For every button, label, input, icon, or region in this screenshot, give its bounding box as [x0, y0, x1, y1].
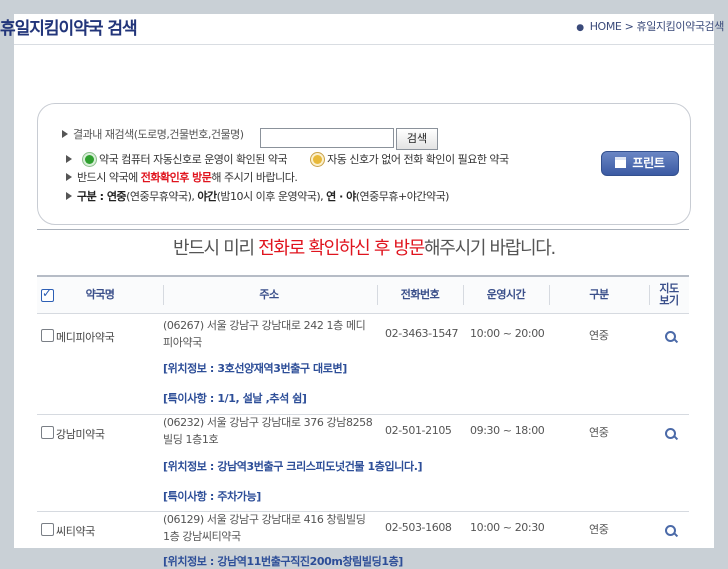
column-header-phone: 전화번호 [400, 288, 440, 301]
notice-highlight: 전화로 확인하신 후 방문 [258, 238, 425, 259]
category-desc: (밤10시 이후 운영약국), [216, 190, 327, 203]
pharmacy-phone: 02-503-1608 [385, 521, 452, 534]
location-info: [위치정보 : 강남역3번출구 크리스피도넛건물 1층입니다.] [163, 460, 423, 473]
triangle-bullet-icon [66, 173, 72, 181]
print-button[interactable]: 프린트 [601, 151, 679, 176]
search-row: 결과내 재검색(도로명,건물번호,건물명) [62, 126, 244, 142]
row-checkbox[interactable] [41, 426, 54, 439]
section-divider [37, 229, 689, 230]
select-all-checkbox[interactable] [41, 286, 54, 302]
breadcrumb-current: 휴일지킴이약국검색 [636, 20, 725, 33]
row-checkbox[interactable] [41, 329, 54, 342]
notice-text: 해주시기 바랍니다. [424, 238, 556, 259]
pharmacy-name[interactable]: 강남미약국 [56, 426, 105, 442]
special-note: [특이사항 : 1/1, 설날 ,추석 쉼] [163, 392, 307, 405]
category-term: 연 · 야 [326, 190, 356, 203]
location-info: [위치정보 : 3호선양재역3번출구 대로변] [163, 362, 347, 375]
search-input[interactable] [260, 128, 394, 148]
pharmacy-kind: 연중 [589, 523, 609, 536]
print-button-label: 프린트 [632, 156, 665, 170]
pharmacy-kind: 연중 [589, 329, 609, 342]
call-notice-row: 반드시 약국에 전화확인후 방문해 주시기 바랍니다. [66, 169, 298, 185]
note-highlight: 전화확인후 방문 [140, 171, 212, 184]
category-term: 연중 [106, 190, 127, 203]
pharmacy-name[interactable]: 메디피아약국 [56, 329, 115, 345]
search-panel: 결과내 재검색(도로명,건물번호,건물명) 검색 약국 컴퓨터 자동신호로 운영… [37, 103, 691, 225]
page-title: 휴일지킴이약국 검색 [0, 19, 138, 39]
bullet-icon: ● [576, 23, 584, 33]
search-button[interactable]: 검색 [396, 128, 438, 150]
green-status-icon [85, 155, 94, 164]
pharmacy-phone: 02-3463-1547 [385, 327, 459, 340]
category-term: 야간 [197, 190, 217, 203]
triangle-bullet-icon [66, 155, 72, 163]
category-desc: (연중무휴+야간약국) [355, 190, 450, 203]
column-header-map-line2: 보기 [659, 294, 679, 307]
yellow-status-icon [313, 155, 323, 164]
map-search-icon[interactable] [665, 331, 676, 342]
pharmacy-phone: 02-501-2105 [385, 424, 452, 437]
location-info: [위치정보 : 강남역11번출구직진200m창림빌딩1층] [163, 555, 403, 568]
table-row: 씨티약국 (06129) 서울 강남구 강남대로 416 창림빌딩 1층 강남씨… [37, 511, 689, 568]
note-text: 반드시 약국에 [77, 171, 141, 184]
breadcrumb-separator: > [624, 20, 634, 33]
title-divider [14, 44, 714, 45]
column-header-kind: 구분 [589, 288, 609, 301]
column-header-hours: 운영시간 [486, 288, 526, 301]
pharmacy-kind: 연중 [589, 426, 609, 439]
visit-notice: 반드시 미리 전화로 확인하신 후 방문해주시기 바랍니다. [0, 234, 728, 260]
column-header-address: 주소 [259, 288, 279, 301]
map-search-icon[interactable] [665, 525, 676, 536]
row-checkbox[interactable] [41, 523, 54, 536]
triangle-bullet-icon [66, 192, 72, 200]
breadcrumb: ● HOME > 휴일지킴이약국검색 [576, 18, 724, 34]
search-label: 결과내 재검색(도로명,건물번호,건물명) [73, 128, 244, 141]
legend-row: 약국 컴퓨터 자동신호로 운영이 확인된 약국 자동 신호가 없어 전화 확인이 … [66, 151, 509, 167]
special-note: [특이사항 : 주차가능] [163, 490, 261, 503]
table-row: 강남미약국 (06232) 서울 강남구 강남대로 376 강남8258빌딩 1… [37, 414, 689, 512]
pharmacy-hours: 10:00 ~ 20:30 [470, 521, 545, 534]
category-label: 구분 : [77, 190, 107, 203]
column-header-name: 약국명 [85, 288, 115, 301]
printer-icon [615, 157, 627, 168]
legend-need-call: 자동 신호가 없어 전화 확인이 필요한 약국 [327, 153, 509, 166]
note-text: 해 주시기 바랍니다. [211, 171, 298, 184]
notice-text: 반드시 미리 [173, 238, 259, 259]
map-search-icon[interactable] [665, 428, 676, 439]
table-header: 약국명 주소 전화번호 운영시간 구분 지도보기 [37, 277, 689, 314]
pharmacy-address: (06232) 서울 강남구 강남대로 376 강남8258빌딩 1층1호 [163, 416, 373, 446]
pharmacy-hours: 09:30 ~ 18:00 [470, 424, 545, 437]
triangle-bullet-icon [62, 130, 68, 138]
category-desc: (연중무휴약국), [126, 190, 198, 203]
pharmacy-address: (06129) 서울 강남구 강남대로 416 창림빌딩 1층 강남씨티약국 [163, 513, 366, 543]
table-row: 메디피아약국 (06267) 서울 강남구 강남대로 242 1층 메디피아약국… [37, 313, 689, 415]
breadcrumb-home[interactable]: HOME [590, 20, 622, 33]
pharmacy-address: (06267) 서울 강남구 강남대로 242 1층 메디피아약국 [163, 319, 366, 349]
pharmacy-name[interactable]: 씨티약국 [56, 523, 95, 539]
pharmacy-hours: 10:00 ~ 20:00 [470, 327, 545, 340]
category-note-row: 구분 : 연중(연중무휴약국), 야간(밤10시 이후 운영약국), 연 · 야… [66, 188, 449, 204]
legend-confirmed: 약국 컴퓨터 자동신호로 운영이 확인된 약국 [99, 153, 288, 166]
